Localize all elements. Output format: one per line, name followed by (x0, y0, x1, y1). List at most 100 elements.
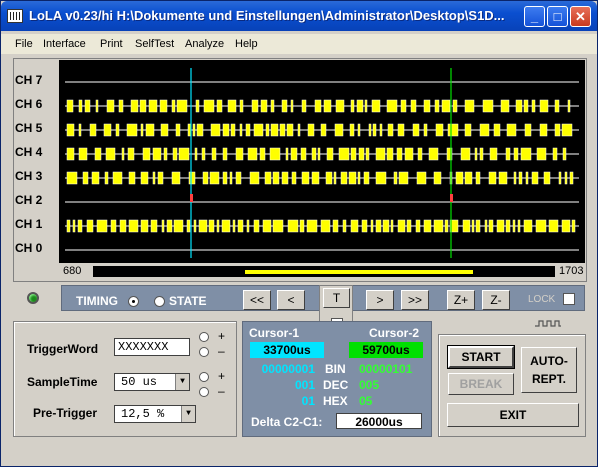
trace-pulse (232, 219, 236, 233)
trace-pulse (387, 123, 394, 137)
timing-radio[interactable] (128, 296, 139, 307)
trace-pulse (127, 147, 135, 161)
bin-label: BIN (325, 362, 346, 376)
trace-pulse (301, 99, 307, 113)
chevron-down-icon[interactable]: ▼ (175, 374, 189, 390)
trace-pulse (350, 219, 359, 233)
trace-pulse (249, 171, 260, 185)
prev-button[interactable]: < (277, 290, 305, 310)
minimize-button[interactable]: _ (524, 6, 545, 27)
trace-pulse (479, 147, 484, 161)
menu-selftest[interactable]: SelfTest (135, 38, 174, 50)
menu-help[interactable]: Help (235, 38, 258, 50)
trace-pulse (548, 219, 559, 233)
timeline-scrollbar[interactable] (93, 266, 555, 277)
trigger-button[interactable]: T (323, 288, 350, 308)
sample-time-select[interactable]: 50 us ▼ (114, 373, 190, 391)
trace-pulse (571, 219, 576, 233)
trace-pulse (513, 171, 517, 185)
trace-pulse (142, 147, 151, 161)
trace-pulse (115, 123, 120, 137)
break-button[interactable]: BREAK (448, 373, 514, 395)
cursor2-bin: 00000101 (359, 362, 413, 376)
window-title: LoLA v0.23/hi H:\Dokumente und Einstellu… (29, 8, 505, 23)
trace-pulse (370, 219, 374, 233)
first-button[interactable]: << (243, 290, 271, 310)
trace-pulse (375, 147, 386, 161)
title-bar[interactable]: LoLA v0.23/hi H:\Dokumente und Einstellu… (1, 1, 597, 31)
trace-pulse (340, 171, 348, 185)
last-button[interactable]: >> (401, 290, 429, 310)
scroll-thumb[interactable] (245, 270, 473, 274)
sample-minus-radio[interactable] (199, 387, 209, 397)
trace-pulse (475, 219, 481, 233)
waveform-canvas[interactable] (59, 60, 585, 263)
trace-pulse (161, 219, 165, 233)
trace-pulse (441, 99, 451, 113)
auto-repeat-button[interactable]: AUTO- REPT. (521, 347, 577, 393)
trace-pulse (444, 219, 449, 233)
close-button[interactable]: ✕ (570, 6, 591, 27)
cursor1-label: Cursor-1 (249, 326, 300, 340)
trace-pulse (171, 171, 181, 185)
pre-trigger-select[interactable]: 12,5 % ▼ (114, 405, 196, 423)
trace-pulse (423, 219, 432, 233)
trace-pulse (128, 219, 139, 233)
next-button[interactable]: > (366, 290, 394, 310)
trace-pulse (186, 219, 191, 233)
trace-pulse (317, 147, 321, 161)
trace-pulse (554, 123, 561, 137)
trace-pulse (172, 147, 178, 161)
sample-plus-radio[interactable] (199, 372, 209, 382)
lock-checkbox[interactable] (563, 293, 575, 305)
trace-pulse (239, 123, 243, 137)
menu-interface[interactable]: Interface (43, 38, 86, 50)
auto-repeat-line2: REPT. (531, 372, 566, 386)
trace-pulse (335, 99, 345, 113)
state-radio[interactable] (154, 296, 165, 307)
trigger-minus-radio[interactable] (199, 347, 209, 357)
trace-pulse (474, 147, 478, 161)
hex-label: HEX (323, 394, 348, 408)
trace-pulse (561, 219, 571, 233)
waveform-display[interactable] (59, 60, 585, 263)
trace-pulse (400, 99, 407, 113)
trace-pulse (412, 123, 420, 137)
trace-pulse (365, 147, 370, 161)
trace-pulse (333, 171, 337, 185)
exit-button[interactable]: EXIT (447, 403, 579, 427)
trace-pulse (368, 123, 372, 137)
trace-pulse (208, 219, 215, 233)
trace-pulse (193, 219, 197, 233)
trace-pulse (291, 171, 297, 185)
trace-pulse (564, 171, 568, 185)
menu-analyze[interactable]: Analyze (185, 38, 224, 50)
trace-pulse (281, 99, 288, 113)
trace-pulse (517, 219, 521, 233)
start-button[interactable]: START (447, 345, 515, 369)
trace-pulse (489, 147, 498, 161)
trigger-plus-radio[interactable] (199, 332, 209, 342)
trace-pulse (334, 123, 344, 137)
sample-minus-label: – (218, 384, 225, 398)
trigger-word-input[interactable]: XXXXXXX (114, 338, 190, 356)
chevron-down-icon[interactable]: ▼ (181, 406, 195, 422)
zoom-out-button[interactable]: Z- (482, 290, 510, 310)
trace-pulse (498, 171, 508, 185)
trace-pulse (253, 219, 260, 233)
trace-pulse (397, 123, 405, 137)
maximize-button[interactable]: □ (547, 6, 568, 27)
menu-file[interactable]: File (15, 38, 33, 50)
trace-pulse (320, 219, 331, 233)
trace-pulse (372, 123, 377, 137)
trace-pulse (460, 147, 471, 161)
channel-label-3: CH 3 (15, 169, 43, 183)
trace-pulse (66, 99, 74, 113)
menu-bar: File Interface Print SelfTest Analyze He… (1, 34, 597, 54)
zoom-in-button[interactable]: Z+ (447, 290, 475, 310)
trace-pulse (66, 219, 71, 233)
trace-pulse (259, 147, 266, 161)
trace-pulse (281, 171, 289, 185)
menu-print[interactable]: Print (100, 38, 123, 50)
trace-pulse (423, 123, 428, 137)
